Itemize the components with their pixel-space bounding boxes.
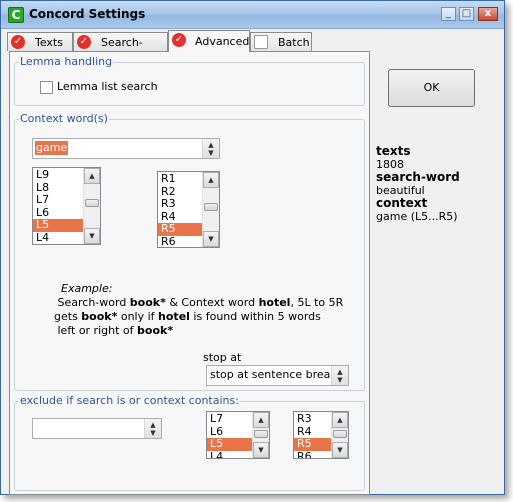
combo-value: game [35,141,69,155]
scroll-thumb[interactable] [333,430,347,438]
ok-button[interactable]: OK [388,69,475,107]
stop-at-combo[interactable]: stop at sentence break ▲ ▼ [206,365,349,386]
window-title: Concord Settings [29,7,146,21]
checked-badge-icon: ✓ [77,35,91,49]
list-item-selected[interactable]: L5 [207,438,252,451]
list-item[interactable]: R3 [294,413,331,426]
list-item[interactable]: L4 [207,450,252,458]
scroll-up-icon[interactable]: ▲ [84,168,100,184]
scroll-thumb[interactable] [254,430,268,438]
settings-summary: texts 1808 search-word beautiful context… [376,144,460,224]
lemma-handling-group: Lemma handling Lemma list search [14,55,365,106]
vertical-scrollbar[interactable]: ▲ ▼ [252,412,269,458]
group-label: exclude if search is or context contains… [19,394,240,407]
example-heading: Example: [61,282,113,295]
minimize-button[interactable]: _ [441,7,456,21]
scroll-down-icon[interactable]: ▼ [253,442,269,458]
vertical-scrollbar[interactable]: ▲ ▼ [83,168,100,244]
checked-badge-icon: ✓ [11,35,25,49]
scroll-down-icon[interactable]: ▼ [332,442,348,458]
list-item[interactable]: L7 [207,413,252,426]
scroll-up-icon[interactable]: ▲ [332,412,348,428]
scroll-up-icon[interactable]: ▲ [203,172,219,188]
list-item[interactable]: R1 [158,173,202,186]
list-item[interactable]: L7 [33,194,83,207]
exclude-combo[interactable]: ▲ ▼ [32,418,162,439]
tab-search-word[interactable]: ✓ Search-word [73,32,168,66]
list-item[interactable]: R3 [158,198,202,211]
close-button[interactable]: x [478,7,498,21]
title-bar: C Concord Settings _ □ x [1,1,504,29]
right-context-list[interactable]: R1 R2 R3 R4 R5 R6 ▲ ▼ [157,171,220,248]
exclude-left-list[interactable]: L7 L6 L5 L4 ▲ ▼ [206,411,270,459]
tab-label: Batch [278,36,310,49]
summary-texts-label: texts [376,144,411,158]
list-item-selected[interactable]: R5 [294,438,331,451]
spin-arrows-icon[interactable]: ▲ ▼ [331,366,348,385]
left-context-list[interactable]: L9 L8 L7 L6 L5 L4 ▲ ▼ [32,167,101,245]
example-text: Example: Search-word book* & Context wor… [54,282,344,337]
list-item[interactable]: R6 [294,450,331,458]
scroll-up-icon[interactable]: ▲ [253,412,269,428]
stop-at-label: stop at [203,351,242,364]
list-item-selected[interactable]: L5 [33,219,83,232]
tab-texts[interactable]: ✓ Texts [7,32,73,51]
spin-arrows-icon[interactable]: ▲ ▼ [202,139,219,158]
context-words-group: Context word(s) game ▲ ▼ L9 L8 L7 L6 L5 L… [14,112,365,391]
scroll-down-icon[interactable]: ▼ [84,228,100,244]
context-word-combo[interactable]: game ▲ ▼ [32,138,220,159]
maximize-button[interactable]: □ [459,7,474,21]
app-icon: C [8,7,24,23]
combo-value: stop at sentence break [210,368,337,381]
scroll-down-icon[interactable]: ▼ [203,231,219,247]
unchecked-badge-icon [254,35,268,49]
list-item[interactable]: R6 [158,235,202,248]
summary-context-value: game (L5...R5) [376,210,458,223]
scroll-thumb[interactable] [204,203,218,211]
exclude-right-list[interactable]: R3 R4 R5 R6 ▲ ▼ [293,411,349,459]
tab-batch[interactable]: Batch [250,32,312,51]
tab-label: Advanced [195,35,250,48]
tab-label: Texts [35,36,63,49]
list-item-selected[interactable]: R5 [158,223,202,236]
list-item[interactable]: L9 [33,169,83,182]
concord-settings-window: C Concord Settings _ □ x ✓ Texts ✓ Searc… [0,0,505,495]
scroll-thumb[interactable] [85,199,99,207]
summary-context-label: context [376,196,428,210]
advanced-panel: Lemma handling Lemma list search Context… [9,51,370,495]
lemma-list-search-checkbox[interactable] [40,81,53,94]
spin-arrows-icon[interactable]: ▲ ▼ [144,419,161,438]
checkbox-label: Lemma list search [57,80,158,93]
summary-search-word-label: search-word [376,170,460,184]
tab-advanced[interactable]: ✓ Advanced [168,30,250,52]
group-label: Lemma handling [19,55,114,68]
vertical-scrollbar[interactable]: ▲ ▼ [331,412,348,458]
list-item[interactable]: L4 [33,231,83,245]
vertical-scrollbar[interactable]: ▲ ▼ [202,172,219,247]
exclude-group: exclude if search is or context contains… [14,394,365,491]
checked-badge-icon: ✓ [172,33,186,47]
group-label: Context word(s) [19,112,109,125]
